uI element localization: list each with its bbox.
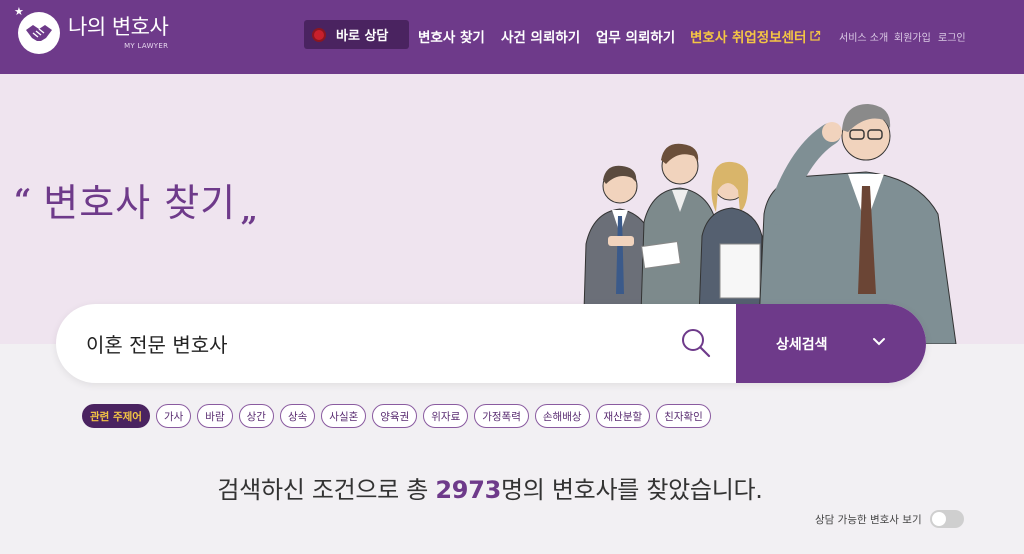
tag-related-topics: 관련 주제어: [82, 404, 150, 428]
tag-item[interactable]: 상간: [238, 404, 274, 428]
hero-title-text: 변호사 찾기: [43, 181, 237, 225]
handshake-logo-icon: ★: [14, 6, 60, 54]
tag-item[interactable]: 사실혼: [321, 404, 367, 428]
result-summary: 검색하신 조건으로 총 2973명의 변호사를 찾았습니다.: [0, 470, 980, 505]
nav-case-request[interactable]: 사건 의뢰하기: [501, 26, 580, 46]
top-header: ★ 나의 변호사 MY LAWYER 바로 상담 변호사 찾기 사건 의뢰하기 …: [0, 0, 1024, 74]
tag-item[interactable]: 위자료: [423, 404, 469, 428]
nav-login[interactable]: 로그인: [938, 29, 966, 44]
search-bar: 상세검색: [56, 304, 926, 383]
detail-search-label: 상세검색: [776, 336, 828, 353]
result-prefix: 검색하신 조건으로 총: [217, 476, 436, 504]
detail-search-button[interactable]: 상세검색: [736, 304, 926, 383]
quick-consult-button[interactable]: 바로 상담: [304, 20, 409, 49]
nav-signup[interactable]: 회원가입: [894, 29, 931, 44]
tag-item[interactable]: 가사: [155, 404, 192, 428]
toggle-label: 상담 가능한 변호사 보기: [815, 513, 922, 526]
nav-job-center-label: 변호사 취업정보센터: [690, 30, 807, 46]
logo-name: 나의 변호사: [68, 15, 169, 40]
tag-item[interactable]: 가정폭력: [474, 404, 529, 428]
hero-title: “ 변호사 찾기 ”: [14, 184, 257, 244]
nav-service-intro[interactable]: 서비스 소개: [839, 29, 888, 44]
logo-subtitle: MY LAWYER: [124, 41, 169, 50]
search-icon[interactable]: [680, 327, 712, 359]
result-count: 2973: [435, 476, 502, 504]
star-icon: ★: [14, 5, 24, 18]
result-suffix: 명의 변호사를 찾았습니다.: [501, 476, 763, 504]
search-input[interactable]: [86, 304, 676, 383]
related-tags: 관련 주제어 가사 바람 상간 상속 사실혼 양육권 위자료 가정폭력 손해배상…: [82, 404, 711, 428]
nav-find-lawyer[interactable]: 변호사 찾기: [418, 26, 485, 46]
nav-work-request[interactable]: 업무 의뢰하기: [596, 26, 675, 46]
tag-item[interactable]: 양육권: [372, 404, 418, 428]
chevron-down-icon: [873, 338, 885, 346]
tag-item[interactable]: 상속: [279, 404, 316, 428]
tag-item[interactable]: 바람: [197, 404, 233, 428]
site-logo[interactable]: ★ 나의 변호사 MY LAWYER: [14, 6, 169, 54]
close-quote: ”: [240, 211, 258, 246]
nav-job-center[interactable]: 변호사 취업정보센터: [690, 26, 821, 46]
tag-item[interactable]: 친자확인: [656, 404, 711, 428]
quick-consult-label: 바로 상담: [336, 29, 389, 44]
toggle-knob: [931, 512, 946, 526]
live-dot-icon: [314, 29, 324, 40]
tag-item[interactable]: 손해배상: [534, 404, 590, 428]
tag-item[interactable]: 재산분할: [595, 404, 651, 428]
external-link-icon: [810, 30, 821, 41]
toggle-switch[interactable]: [929, 510, 964, 528]
open-quote: “: [14, 183, 32, 218]
available-lawyer-toggle[interactable]: 상담 가능한 변호사 보기: [815, 510, 964, 528]
